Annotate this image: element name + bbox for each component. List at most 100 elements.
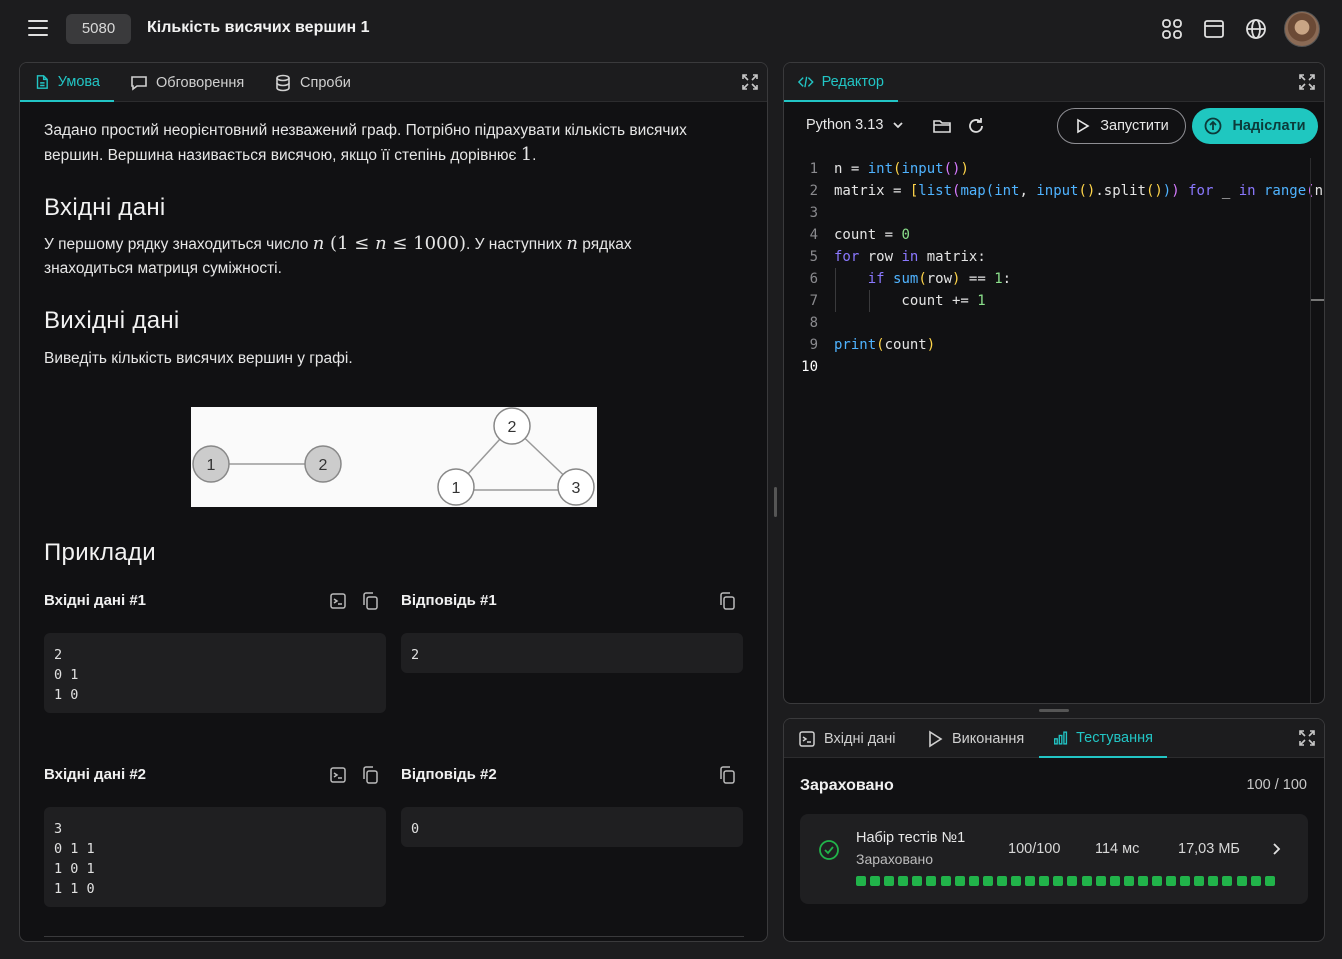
divider xyxy=(44,936,744,937)
test-passed-dot xyxy=(1137,876,1148,886)
test-passed-dot xyxy=(898,876,909,886)
tab-attempts[interactable]: Спроби xyxy=(260,63,365,102)
tab-statement[interactable]: Умова xyxy=(20,63,114,102)
verdict: Зараховано xyxy=(800,777,894,794)
tab-discussion[interactable]: Обговорення xyxy=(116,63,258,102)
examples-heading: Приклади xyxy=(44,539,156,566)
testing-tabs: Вхідні дані Виконання Тестування xyxy=(784,719,1324,758)
bar-chart-icon xyxy=(1054,730,1068,745)
copy-icon[interactable] xyxy=(361,766,379,784)
range-var: n xyxy=(375,233,387,254)
test-passed-dot xyxy=(968,876,979,886)
test-passed-dot xyxy=(1180,876,1191,886)
run-label: Запустити xyxy=(1100,118,1169,134)
example-answer-box: 2 xyxy=(401,633,743,673)
test-passed-dot xyxy=(1250,876,1261,886)
test-set-memory: 17,03 МБ xyxy=(1178,841,1240,857)
code-line: 3 xyxy=(784,202,1324,224)
copy-icon[interactable] xyxy=(361,592,379,610)
vertical-resize-handle[interactable] xyxy=(774,487,777,517)
language-select[interactable]: Python 3.13 xyxy=(806,117,905,133)
tab-statement-label: Умова xyxy=(57,73,100,90)
example-answer-label: Відповідь #2 xyxy=(401,766,497,783)
test-passed-dot xyxy=(1067,876,1078,886)
test-passed-dot xyxy=(1194,876,1205,886)
submit-button[interactable]: Надіслати xyxy=(1192,108,1318,144)
editor-tabs: Редактор xyxy=(784,63,1324,102)
test-passed-dot xyxy=(1011,876,1022,886)
chevron-down-icon xyxy=(893,122,904,129)
chevron-right-icon[interactable] xyxy=(1268,841,1284,857)
tab-testing[interactable]: Тестування xyxy=(1039,719,1167,758)
test-passed-dot xyxy=(1151,876,1162,886)
terminal-icon[interactable] xyxy=(329,766,347,784)
expand-icon[interactable] xyxy=(1298,729,1316,747)
window-icon[interactable] xyxy=(1203,18,1225,40)
problem-id-badge: 5080 xyxy=(66,14,131,44)
apps-grid-icon[interactable] xyxy=(1161,18,1183,40)
test-passed-dot xyxy=(940,876,951,886)
example-input-label: Вхідні дані #2 xyxy=(44,766,147,783)
problem-tabs: Умова Обговорення Спроби xyxy=(20,63,767,102)
example-answer-box: 0 xyxy=(401,807,743,847)
code-line: 2 matrix = [list(map(int, input().split()… xyxy=(784,180,1324,202)
line-number: 1 xyxy=(809,161,818,177)
editor-scrollbar-track xyxy=(1310,158,1311,703)
upload-icon xyxy=(1205,117,1222,135)
intro-end: . xyxy=(532,147,537,164)
intro-text: Задано простий неорієнтовний незважений … xyxy=(44,122,687,164)
test-passed-dot xyxy=(954,876,965,886)
example-input-box: 2 0 1 1 0 xyxy=(44,633,386,713)
editor-scroll-marker[interactable] xyxy=(1311,299,1324,301)
code-line: 9 print(count) xyxy=(784,334,1324,356)
play-icon xyxy=(1077,118,1090,134)
line-number: 6 xyxy=(809,271,818,287)
chat-icon xyxy=(131,75,147,91)
test-result-dots xyxy=(856,876,1275,886)
expand-icon[interactable] xyxy=(1298,73,1316,91)
user-avatar[interactable] xyxy=(1284,11,1320,47)
horizontal-resize-handle[interactable] xyxy=(1039,709,1069,712)
reset-icon[interactable] xyxy=(966,116,986,136)
graph-illustration: 1 2 1 2 3 xyxy=(191,407,597,507)
tab-attempts-label: Спроби xyxy=(300,74,351,91)
terminal-icon xyxy=(799,730,815,747)
expand-icon[interactable] xyxy=(741,73,759,91)
test-passed-dot xyxy=(1025,876,1036,886)
test-set-status: Зараховано xyxy=(856,851,934,867)
problem-title: Кількість висячих вершин 1 xyxy=(147,19,370,36)
code-line: 6 if sum(row) == 1: xyxy=(784,268,1324,290)
menu-icon[interactable] xyxy=(28,20,48,36)
tab-input-label: Вхідні дані xyxy=(824,730,896,747)
globe-icon[interactable] xyxy=(1245,18,1267,40)
line-number: 9 xyxy=(809,337,818,353)
range-open: (1 ≤ xyxy=(324,233,376,254)
test-set-card[interactable]: Набір тестів №1 Зараховано 100/100 114 м… xyxy=(800,814,1308,904)
tab-execution[interactable]: Виконання xyxy=(912,719,1038,758)
testing-panel: Вхідні дані Виконання Тестування Зарахов… xyxy=(783,718,1325,942)
code-editor[interactable]: 1n = int(input()) 2 matrix = [list(map(in… xyxy=(784,158,1324,378)
test-passed-dot xyxy=(1236,876,1247,886)
tab-editor[interactable]: Редактор xyxy=(784,63,898,102)
line-number: 10 xyxy=(801,359,818,375)
tab-testing-label: Тестування xyxy=(1076,729,1153,746)
terminal-icon[interactable] xyxy=(329,592,347,610)
copy-icon[interactable] xyxy=(718,766,736,784)
input-heading: Вхідні дані xyxy=(44,194,166,221)
code-line: 1n = int(input()) xyxy=(784,158,1324,180)
editor-panel: Редактор Python 3.13 Запустити Надіслати… xyxy=(783,62,1325,704)
document-icon xyxy=(36,74,48,89)
test-passed-dot xyxy=(912,876,923,886)
test-set-time: 114 мс xyxy=(1095,841,1140,857)
copy-icon[interactable] xyxy=(718,592,736,610)
output-heading: Вихідні дані xyxy=(44,307,180,334)
folder-icon[interactable] xyxy=(932,116,952,136)
example-answer-label: Відповідь #1 xyxy=(401,592,497,609)
example-input-box: 3 0 1 1 1 0 1 1 1 0 xyxy=(44,807,386,907)
test-passed-dot xyxy=(982,876,993,886)
test-passed-dot xyxy=(1222,876,1233,886)
test-passed-dot xyxy=(870,876,881,886)
tab-execution-label: Виконання xyxy=(952,730,1025,747)
tab-input[interactable]: Вхідні дані xyxy=(784,719,909,758)
run-button[interactable]: Запустити xyxy=(1057,108,1186,144)
